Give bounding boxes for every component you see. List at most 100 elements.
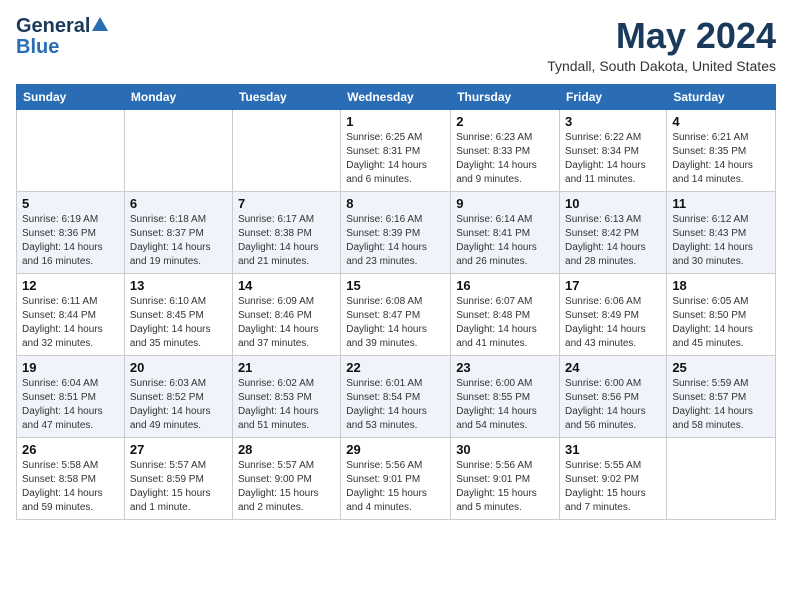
day-number: 17 xyxy=(565,278,661,293)
day-number: 5 xyxy=(22,196,119,211)
calendar-day-cell: 30Sunrise: 5:56 AMSunset: 9:01 PMDayligh… xyxy=(451,437,560,519)
calendar-day-cell: 20 Sunrise: 6:03 AMSunset: 8:52 PMDayligh… xyxy=(124,355,232,437)
day-info: Sunrise: 6:22 AMSunset: 8:34 PMDaylight:… xyxy=(565,131,661,187)
calendar-day-cell xyxy=(124,109,232,191)
calendar-day-cell: 13Sunrise: 6:10 AMSunset: 8:45 PMDayligh… xyxy=(124,273,232,355)
location-text: Tyndall, South Dakota, United States xyxy=(547,58,776,74)
calendar-day-cell: 2 Sunrise: 6:23 AMSunset: 8:33 PMDaylight… xyxy=(451,109,560,191)
weekday-header-cell: Tuesday xyxy=(232,84,340,109)
day-info: Sunrise: 6:14 AMSunset: 8:41 PMDaylight:… xyxy=(456,213,554,269)
calendar-day-cell: 26 Sunrise: 5:58 AMSunset: 8:58 PMDayligh… xyxy=(17,437,125,519)
day-number: 18 xyxy=(672,278,770,293)
day-number: 24 xyxy=(565,360,661,375)
day-number: 13 xyxy=(130,278,227,293)
page-header: General Blue May 2024 Tyndall, South Dak… xyxy=(16,16,776,74)
calendar-day-cell: 12Sunrise: 6:11 AMSunset: 8:44 PMDayligh… xyxy=(17,273,125,355)
day-info: Sunrise: 6:03 AMSunset: 8:52 PMDaylight:… xyxy=(130,377,227,433)
day-info: Sunrise: 5:56 AMSunset: 9:01 PMDaylight:… xyxy=(346,459,445,515)
day-number: 19 xyxy=(22,360,119,375)
calendar-day-cell: 3 Sunrise: 6:22 AMSunset: 8:34 PMDaylight… xyxy=(560,109,667,191)
calendar-day-cell: 15 Sunrise: 6:08 AMSunset: 8:47 PMDayligh… xyxy=(341,273,451,355)
day-number: 27 xyxy=(130,442,227,457)
day-number: 25 xyxy=(672,360,770,375)
day-number: 6 xyxy=(130,196,227,211)
calendar-day-cell: 18 Sunrise: 6:05 AMSunset: 8:50 PMDayligh… xyxy=(667,273,776,355)
day-info: Sunrise: 6:07 AMSunset: 8:48 PMDaylight:… xyxy=(456,295,554,351)
day-info: Sunrise: 5:57 AMSunset: 9:00 PMDaylight:… xyxy=(238,459,335,515)
day-info: Sunrise: 5:58 AMSunset: 8:58 PMDaylight:… xyxy=(22,459,119,515)
calendar-day-cell: 10 Sunrise: 6:13 AMSunset: 8:42 PMDayligh… xyxy=(560,191,667,273)
calendar-day-cell: 27Sunrise: 5:57 AMSunset: 8:59 PMDayligh… xyxy=(124,437,232,519)
calendar-day-cell: 7 Sunrise: 6:17 AMSunset: 8:38 PMDaylight… xyxy=(232,191,340,273)
day-number: 26 xyxy=(22,442,119,457)
weekday-header-cell: Friday xyxy=(560,84,667,109)
weekday-header-cell: Thursday xyxy=(451,84,560,109)
calendar-week-row: 26 Sunrise: 5:58 AMSunset: 8:58 PMDayligh… xyxy=(17,437,776,519)
day-info: Sunrise: 6:02 AMSunset: 8:53 PMDaylight:… xyxy=(238,377,335,433)
day-info: Sunrise: 6:06 AMSunset: 8:49 PMDaylight:… xyxy=(565,295,661,351)
calendar-day-cell xyxy=(17,109,125,191)
day-info: Sunrise: 6:17 AMSunset: 8:38 PMDaylight:… xyxy=(238,213,335,269)
day-number: 15 xyxy=(346,278,445,293)
calendar-body: 1 Sunrise: 6:25 AMSunset: 8:31 PMDaylight… xyxy=(17,109,776,519)
day-number: 9 xyxy=(456,196,554,211)
day-info: Sunrise: 5:59 AMSunset: 8:57 PMDaylight:… xyxy=(672,377,770,433)
logo-triangle-icon xyxy=(92,17,108,31)
weekday-header-cell: Monday xyxy=(124,84,232,109)
month-title: May 2024 xyxy=(547,16,776,56)
calendar-day-cell xyxy=(232,109,340,191)
calendar-day-cell: 24 Sunrise: 6:00 AMSunset: 8:56 PMDayligh… xyxy=(560,355,667,437)
calendar-day-cell: 29 Sunrise: 5:56 AMSunset: 9:01 PMDayligh… xyxy=(341,437,451,519)
day-number: 4 xyxy=(672,114,770,129)
calendar-day-cell: 14 Sunrise: 6:09 AMSunset: 8:46 PMDayligh… xyxy=(232,273,340,355)
day-info: Sunrise: 6:08 AMSunset: 8:47 PMDaylight:… xyxy=(346,295,445,351)
day-info: Sunrise: 6:25 AMSunset: 8:31 PMDaylight:… xyxy=(346,131,445,187)
day-number: 16 xyxy=(456,278,554,293)
day-number: 29 xyxy=(346,442,445,457)
calendar-day-cell: 23 Sunrise: 6:00 AMSunset: 8:55 PMDayligh… xyxy=(451,355,560,437)
day-info: Sunrise: 6:00 AMSunset: 8:55 PMDaylight:… xyxy=(456,377,554,433)
logo: General Blue xyxy=(16,16,108,59)
day-info: Sunrise: 6:23 AMSunset: 8:33 PMDaylight:… xyxy=(456,131,554,187)
calendar-day-cell: 4Sunrise: 6:21 AMSunset: 8:35 PMDaylight… xyxy=(667,109,776,191)
day-number: 2 xyxy=(456,114,554,129)
day-number: 28 xyxy=(238,442,335,457)
weekday-header-cell: Wednesday xyxy=(341,84,451,109)
calendar-day-cell: 17 Sunrise: 6:06 AMSunset: 8:49 PMDayligh… xyxy=(560,273,667,355)
logo-general-text: General xyxy=(16,16,90,36)
day-number: 10 xyxy=(565,196,661,211)
weekday-header-row: SundayMondayTuesdayWednesdayThursdayFrid… xyxy=(17,84,776,109)
day-info: Sunrise: 6:12 AMSunset: 8:43 PMDaylight:… xyxy=(672,213,770,269)
day-info: Sunrise: 6:04 AMSunset: 8:51 PMDaylight:… xyxy=(22,377,119,433)
day-info: Sunrise: 6:05 AMSunset: 8:50 PMDaylight:… xyxy=(672,295,770,351)
day-number: 30 xyxy=(456,442,554,457)
day-number: 22 xyxy=(346,360,445,375)
calendar-day-cell: 21Sunrise: 6:02 AMSunset: 8:53 PMDayligh… xyxy=(232,355,340,437)
calendar-day-cell: 8Sunrise: 6:16 AMSunset: 8:39 PMDaylight… xyxy=(341,191,451,273)
day-info: Sunrise: 6:09 AMSunset: 8:46 PMDaylight:… xyxy=(238,295,335,351)
day-number: 14 xyxy=(238,278,335,293)
calendar-day-cell: 1 Sunrise: 6:25 AMSunset: 8:31 PMDaylight… xyxy=(341,109,451,191)
calendar-week-row: 19 Sunrise: 6:04 AMSunset: 8:51 PMDayligh… xyxy=(17,355,776,437)
calendar-day-cell: 16 Sunrise: 6:07 AMSunset: 8:48 PMDayligh… xyxy=(451,273,560,355)
day-number: 12 xyxy=(22,278,119,293)
day-number: 3 xyxy=(565,114,661,129)
day-number: 23 xyxy=(456,360,554,375)
calendar-week-row: 5Sunrise: 6:19 AMSunset: 8:36 PMDaylight… xyxy=(17,191,776,273)
day-info: Sunrise: 6:16 AMSunset: 8:39 PMDaylight:… xyxy=(346,213,445,269)
day-info: Sunrise: 6:00 AMSunset: 8:56 PMDaylight:… xyxy=(565,377,661,433)
calendar-day-cell: 9 Sunrise: 6:14 AMSunset: 8:41 PMDaylight… xyxy=(451,191,560,273)
day-number: 20 xyxy=(130,360,227,375)
day-info: Sunrise: 6:13 AMSunset: 8:42 PMDaylight:… xyxy=(565,213,661,269)
calendar-day-cell: 25 Sunrise: 5:59 AMSunset: 8:57 PMDayligh… xyxy=(667,355,776,437)
title-block: May 2024 Tyndall, South Dakota, United S… xyxy=(547,16,776,74)
weekday-header-cell: Saturday xyxy=(667,84,776,109)
day-info: Sunrise: 6:01 AMSunset: 8:54 PMDaylight:… xyxy=(346,377,445,433)
calendar-day-cell: 28 Sunrise: 5:57 AMSunset: 9:00 PMDayligh… xyxy=(232,437,340,519)
day-number: 7 xyxy=(238,196,335,211)
day-number: 1 xyxy=(346,114,445,129)
calendar-day-cell: 22 Sunrise: 6:01 AMSunset: 8:54 PMDayligh… xyxy=(341,355,451,437)
logo-blue-text: Blue xyxy=(16,36,59,59)
calendar-day-cell xyxy=(667,437,776,519)
calendar-week-row: 1 Sunrise: 6:25 AMSunset: 8:31 PMDaylight… xyxy=(17,109,776,191)
